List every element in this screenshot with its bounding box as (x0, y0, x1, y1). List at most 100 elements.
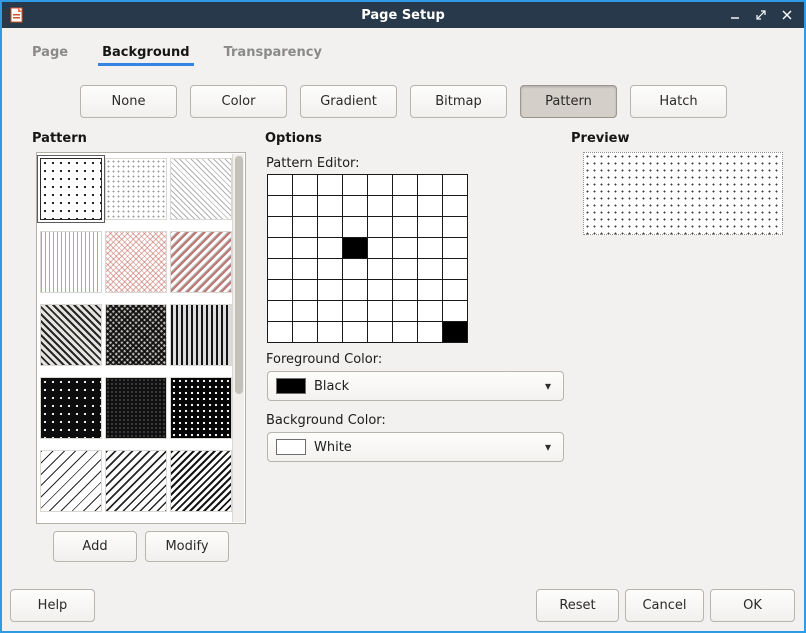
editor-cell-r7c0[interactable] (268, 322, 292, 342)
pattern-swatch-diagonal-light[interactable] (170, 158, 232, 220)
add-button[interactable]: Add (53, 531, 137, 562)
editor-cell-r4c2[interactable] (318, 259, 342, 279)
editor-cell-r6c3[interactable] (343, 301, 367, 321)
editor-cell-r7c4[interactable] (368, 322, 392, 342)
restore-button[interactable] (752, 6, 770, 24)
editor-cell-r6c1[interactable] (293, 301, 317, 321)
cancel-button[interactable]: Cancel (625, 589, 704, 622)
minimize-button[interactable] (726, 6, 744, 24)
editor-cell-r6c5[interactable] (393, 301, 417, 321)
editor-cell-r7c2[interactable] (318, 322, 342, 342)
pattern-swatch-crosshatch-red[interactable] (105, 231, 167, 293)
pattern-swatch-vertical-dark[interactable] (170, 304, 232, 366)
editor-cell-r6c4[interactable] (368, 301, 392, 321)
editor-cell-r1c7[interactable] (443, 196, 467, 216)
editor-cell-r0c7[interactable] (443, 175, 467, 195)
editor-cell-r3c7[interactable] (443, 238, 467, 258)
editor-cell-r6c7[interactable] (443, 301, 467, 321)
editor-cell-r7c3[interactable] (343, 322, 367, 342)
editor-cell-r1c5[interactable] (393, 196, 417, 216)
editor-cell-r7c5[interactable] (393, 322, 417, 342)
editor-cell-r4c0[interactable] (268, 259, 292, 279)
editor-cell-r0c0[interactable] (268, 175, 292, 195)
editor-cell-r3c6[interactable] (418, 238, 442, 258)
editor-cell-r1c4[interactable] (368, 196, 392, 216)
pattern-swatch-diagonal-medium[interactable] (105, 450, 167, 512)
background-color-dropdown[interactable]: White ▾ (267, 432, 564, 462)
editor-cell-r3c2[interactable] (318, 238, 342, 258)
editor-cell-r4c4[interactable] (368, 259, 392, 279)
editor-cell-r7c7[interactable] (443, 322, 467, 342)
editor-cell-r1c1[interactable] (293, 196, 317, 216)
editor-cell-r3c3[interactable] (343, 238, 367, 258)
close-button[interactable] (778, 6, 796, 24)
editor-cell-r2c3[interactable] (343, 217, 367, 237)
tab-page[interactable]: Page (28, 42, 72, 66)
pattern-swatch-diagonal-dark[interactable] (40, 304, 102, 366)
editor-cell-r3c4[interactable] (368, 238, 392, 258)
help-button[interactable]: Help (10, 589, 95, 622)
fill-type-none-button[interactable]: None (80, 85, 177, 118)
fill-type-pattern-button[interactable]: Pattern (520, 85, 617, 118)
foreground-color-dropdown[interactable]: Black ▾ (267, 371, 564, 401)
editor-cell-r5c7[interactable] (443, 280, 467, 300)
pattern-swatch-dots-fine[interactable] (105, 158, 167, 220)
fill-type-hatch-button[interactable]: Hatch (630, 85, 727, 118)
editor-cell-r0c3[interactable] (343, 175, 367, 195)
editor-cell-r1c0[interactable] (268, 196, 292, 216)
pattern-swatch-black-dense[interactable] (105, 377, 167, 439)
editor-cell-r5c2[interactable] (318, 280, 342, 300)
editor-cell-r2c2[interactable] (318, 217, 342, 237)
editor-cell-r5c3[interactable] (343, 280, 367, 300)
editor-cell-r2c6[interactable] (418, 217, 442, 237)
editor-cell-r6c2[interactable] (318, 301, 342, 321)
editor-cell-r7c6[interactable] (418, 322, 442, 342)
tab-transparency[interactable]: Transparency (220, 42, 326, 66)
pattern-swatch-black-dotted[interactable] (170, 377, 232, 439)
editor-cell-r1c3[interactable] (343, 196, 367, 216)
titlebar[interactable]: Page Setup (2, 2, 804, 28)
pattern-swatch-diagonal-dense[interactable] (170, 450, 232, 512)
editor-cell-r5c6[interactable] (418, 280, 442, 300)
editor-cell-r5c0[interactable] (268, 280, 292, 300)
editor-cell-r4c3[interactable] (343, 259, 367, 279)
editor-cell-r0c6[interactable] (418, 175, 442, 195)
editor-cell-r6c6[interactable] (418, 301, 442, 321)
editor-cell-r4c1[interactable] (293, 259, 317, 279)
editor-cell-r3c0[interactable] (268, 238, 292, 258)
editor-cell-r1c6[interactable] (418, 196, 442, 216)
editor-cell-r1c2[interactable] (318, 196, 342, 216)
editor-cell-r3c1[interactable] (293, 238, 317, 258)
ok-button[interactable]: OK (710, 589, 795, 622)
editor-cell-r3c5[interactable] (393, 238, 417, 258)
fill-type-color-button[interactable]: Color (190, 85, 287, 118)
editor-cell-r2c7[interactable] (443, 217, 467, 237)
editor-cell-r7c1[interactable] (293, 322, 317, 342)
editor-cell-r0c5[interactable] (393, 175, 417, 195)
editor-cell-r6c0[interactable] (268, 301, 292, 321)
pattern-swatch-dots-sparse[interactable] (40, 158, 102, 220)
reset-button[interactable]: Reset (536, 589, 619, 622)
editor-cell-r5c4[interactable] (368, 280, 392, 300)
editor-cell-r5c5[interactable] (393, 280, 417, 300)
editor-cell-r0c2[interactable] (318, 175, 342, 195)
editor-cell-r2c4[interactable] (368, 217, 392, 237)
pattern-swatch-diagonal-thin[interactable] (40, 450, 102, 512)
pattern-swatch-black-white-dots[interactable] (40, 377, 102, 439)
editor-cell-r0c4[interactable] (368, 175, 392, 195)
fill-type-bitmap-button[interactable]: Bitmap (410, 85, 507, 118)
scrollbar-thumb[interactable] (235, 156, 243, 394)
editor-cell-r0c1[interactable] (293, 175, 317, 195)
editor-cell-r2c0[interactable] (268, 217, 292, 237)
editor-cell-r4c7[interactable] (443, 259, 467, 279)
tab-background[interactable]: Background (98, 42, 194, 66)
pattern-list-scrollbar[interactable] (232, 154, 244, 522)
editor-cell-r2c5[interactable] (393, 217, 417, 237)
fill-type-gradient-button[interactable]: Gradient (300, 85, 397, 118)
modify-button[interactable]: Modify (145, 531, 229, 562)
pattern-swatch-diagonal-red[interactable] (170, 231, 232, 293)
pattern-swatch-crosshatch-dark[interactable] (105, 304, 167, 366)
editor-cell-r4c5[interactable] (393, 259, 417, 279)
pattern-swatch-vertical-red[interactable] (40, 231, 102, 293)
editor-cell-r4c6[interactable] (418, 259, 442, 279)
